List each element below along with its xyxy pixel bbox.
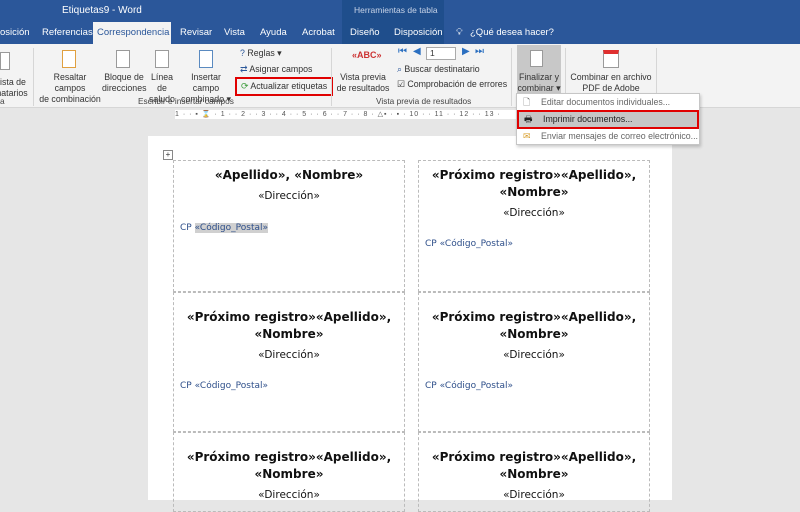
tab-correspondencia[interactable]: Correspondencia: [93, 22, 171, 44]
tab-disposicion-tabla[interactable]: Disposición: [390, 22, 447, 44]
menu-item-send-email[interactable]: ✉︎ Enviar mensajes de correo electrónico.…: [517, 128, 699, 145]
context-tools-label: Herramientas de tabla: [354, 5, 438, 15]
lightbulb-icon: 💡︎: [456, 27, 463, 38]
address-block-icon: [116, 50, 130, 68]
group-label: a: [0, 96, 5, 106]
rules-button[interactable]: ? Reglas ▾: [240, 48, 282, 59]
check-errors-icon: ☑: [397, 79, 405, 89]
edit-documents-icon: 🗋︎: [523, 97, 531, 107]
search-icon: ⌕: [397, 64, 402, 74]
finish-merge-button[interactable]: Finalizar y combinar ▾: [517, 45, 561, 94]
match-fields-icon: ⇄: [240, 64, 248, 74]
address-block-button[interactable]: Bloque de direcciones: [102, 72, 147, 94]
label-cell[interactable]: «Próximo registro»«Apellido», «Nombre» «D…: [418, 160, 650, 292]
label-cell[interactable]: «Próximo registro»«Apellido», «Nombre» «D…: [173, 292, 405, 432]
email-icon: ✉︎: [523, 131, 531, 141]
last-record-icon[interactable]: ⏭: [475, 46, 484, 57]
tab-disposicion[interactable]: osición: [0, 22, 34, 44]
tab-acrobat[interactable]: Acrobat: [298, 22, 339, 44]
preview-results-icon: «ABC»: [352, 50, 382, 60]
previous-record-icon[interactable]: ◀: [413, 46, 421, 57]
match-fields-button[interactable]: ⇄ Asignar campos: [240, 64, 312, 75]
first-record-icon[interactable]: ⏮: [398, 46, 407, 57]
tell-me-input[interactable]: ¿Qué desea hacer?: [466, 22, 558, 44]
finish-merge-menu: 🗋︎ Editar documentos individuales... 🖶︎ Im…: [516, 93, 700, 145]
check-errors-button[interactable]: ☑ Comprobación de errores: [397, 79, 507, 90]
group-label-write-insert: Escribir e insertar campos: [138, 96, 234, 106]
highlight-fields-icon: [62, 50, 76, 68]
tab-diseno[interactable]: Diseño: [346, 22, 384, 44]
window-title: Etiquetas9 - Word: [62, 5, 142, 16]
menu-item-edit-individual[interactable]: 🗋︎ Editar documentos individuales...: [517, 94, 699, 111]
record-number-input[interactable]: 1: [426, 47, 456, 60]
insert-merge-field-icon: [199, 50, 213, 68]
print-icon: 🖶︎: [524, 114, 533, 124]
label-cell[interactable]: «Próximo registro»«Apellido», «Nombre» «D…: [173, 432, 405, 512]
selected-field[interactable]: «Código_Postal»: [194, 223, 269, 233]
tab-ayuda[interactable]: Ayuda: [256, 22, 291, 44]
tab-referencias[interactable]: Referencias: [38, 22, 97, 44]
label-cell[interactable]: «Próximo registro»«Apellido», «Nombre» «D…: [418, 292, 650, 432]
label-cell[interactable]: «Apellido», «Nombre» «Dirección» CP «Cód…: [173, 160, 405, 292]
group-separator: [33, 48, 34, 106]
pdf-merge-icon: [603, 50, 619, 68]
menu-item-print-documents[interactable]: 🖶︎ Imprimir documentos...: [517, 110, 699, 129]
label-cell[interactable]: «Próximo registro»«Apellido», «Nombre» «D…: [418, 432, 650, 512]
highlight-fields-button[interactable]: Resaltar campos de combinación: [38, 72, 102, 105]
group-label-preview: Vista previa de resultados: [376, 96, 472, 106]
recipient-list-icon: [0, 52, 10, 70]
ruler-scale[interactable]: 1 · · ▪ ⌛ · 1 · · 2 · · 3 · · 4 · · 5 · …: [175, 110, 545, 119]
update-labels-icon: ⟳: [241, 81, 249, 91]
finish-merge-icon: [530, 50, 543, 67]
group-separator: [511, 48, 512, 106]
find-recipient-button[interactable]: ⌕ Buscar destinatario: [397, 64, 480, 75]
tab-vista[interactable]: Vista: [220, 22, 249, 44]
greeting-line-icon: [155, 50, 169, 68]
next-record-icon[interactable]: ▶: [462, 46, 470, 57]
preview-results-button[interactable]: Vista previa de resultados: [335, 72, 391, 94]
table-move-handle-icon[interactable]: +: [163, 150, 173, 160]
rules-icon: ?: [240, 48, 245, 58]
tab-revisar[interactable]: Revisar: [176, 22, 216, 44]
finish-merge-label: Finalizar y combinar ▾: [517, 72, 561, 93]
update-labels-button[interactable]: ⟳ Actualizar etiquetas: [235, 77, 334, 96]
merge-to-pdf-button[interactable]: Combinar en archivo PDF de Adobe: [568, 72, 654, 94]
group-separator: [331, 48, 332, 106]
